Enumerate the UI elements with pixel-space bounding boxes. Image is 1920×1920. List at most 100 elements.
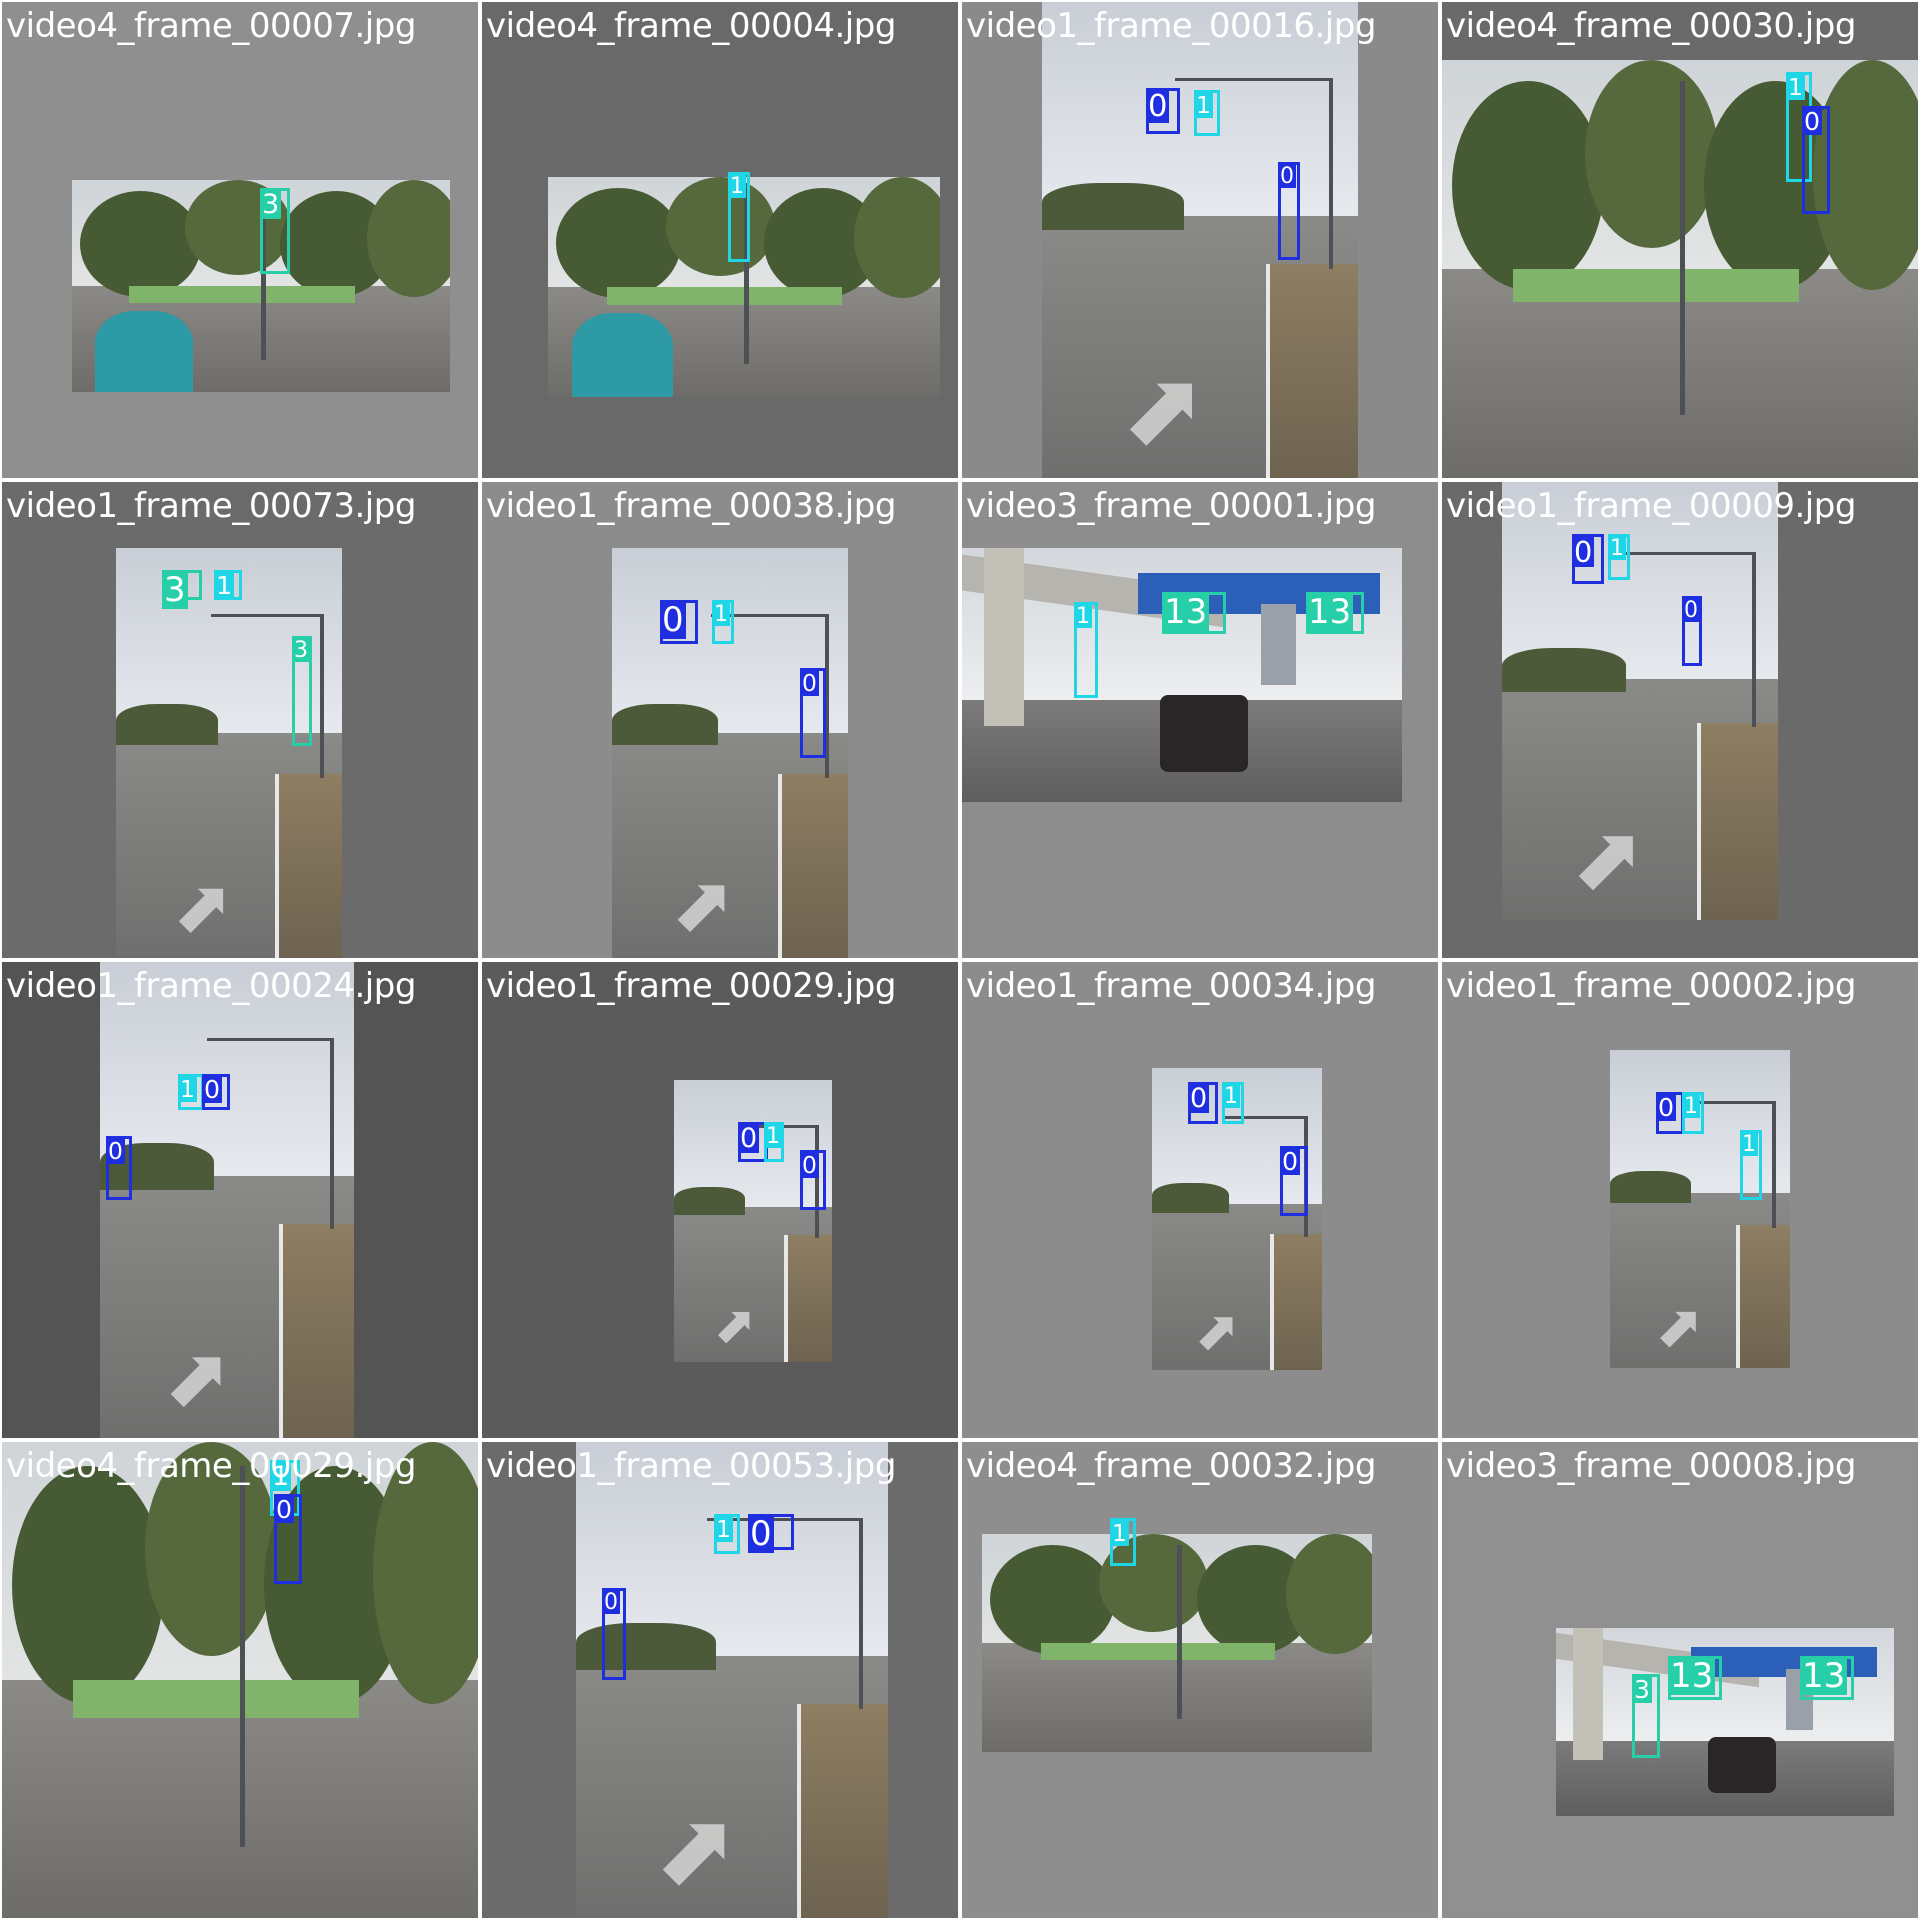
- photo-treeline: [1610, 1170, 1691, 1203]
- detection-label: 0: [660, 600, 686, 640]
- photo-road-arrow: ⬈: [1655, 1292, 1704, 1361]
- photo-treeline: [1042, 182, 1185, 231]
- tile-filename: video4_frame_00032.jpg: [966, 1446, 1376, 1486]
- scene-photo: [982, 1534, 1372, 1752]
- detection-label: 13: [1800, 1656, 1848, 1696]
- image-tile: ⬈ 0 1 0 video1_frame_00009.jpg: [1442, 482, 1918, 958]
- detection-box: 0: [1572, 534, 1604, 584]
- photo-signal-arm: [1174, 78, 1333, 82]
- photo-overpass-pillar: [1572, 1628, 1604, 1760]
- scene-photo: [1442, 60, 1918, 478]
- detection-box: 0: [1146, 88, 1180, 134]
- detection-box: 0: [1682, 596, 1702, 666]
- photo-lane-line: [1265, 263, 1270, 478]
- photo-verge: [282, 1223, 354, 1438]
- detection-box: 1: [1194, 90, 1220, 136]
- photo-lane-line: [796, 1703, 801, 1918]
- photo-tree: [1286, 1534, 1372, 1654]
- detection-label: 1: [714, 1515, 733, 1543]
- image-tile: ⬈ 0 1 0 video1_frame_00038.jpg: [482, 482, 958, 958]
- photo-tree: [1451, 80, 1604, 290]
- tile-filename: video4_frame_00029.jpg: [6, 1446, 416, 1486]
- detection-box: 0: [660, 600, 698, 644]
- photo-car: [1160, 695, 1248, 772]
- photo-lane-line: [1735, 1224, 1740, 1368]
- detection-box: 3: [1632, 1674, 1660, 1758]
- detection-box: 0: [800, 1150, 826, 1210]
- photo-building: [1261, 603, 1297, 686]
- detection-box: 3: [292, 636, 312, 746]
- detection-box: 3: [162, 570, 202, 609]
- detection-box: 13: [1800, 1656, 1854, 1700]
- photo-verge: [1274, 1234, 1322, 1370]
- photo-treeline: [1502, 648, 1627, 693]
- detection-label: 1: [728, 174, 746, 199]
- photo-treeline: [576, 1622, 717, 1671]
- detection-label: 0: [602, 1590, 620, 1615]
- detection-box: 1: [764, 1122, 784, 1162]
- detection-box: 0: [1656, 1092, 1684, 1134]
- detection-label: 0: [1572, 535, 1595, 569]
- photo-signal-pole: [1328, 78, 1333, 269]
- photo-signal-pole: [1771, 1100, 1776, 1229]
- image-tile: 1 0 video4_frame_00029.jpg: [2, 1442, 478, 1918]
- detection-box: 1: [1740, 1130, 1762, 1200]
- detection-box: 0: [800, 668, 826, 758]
- photo-tree: [665, 177, 776, 276]
- photo-treeline: [116, 703, 218, 745]
- photo-rider: [571, 313, 674, 397]
- tile-filename: video4_frame_00004.jpg: [486, 6, 896, 46]
- detection-label: 0: [274, 1495, 295, 1524]
- detection-label: 3: [162, 570, 188, 610]
- photo-road-arrow: ⬈: [1194, 1298, 1240, 1362]
- detection-box: 1: [1608, 534, 1630, 580]
- photo-road-arrow: ⬈: [172, 863, 233, 948]
- photo-treeline: [674, 1187, 746, 1216]
- photo-verge: [800, 1703, 888, 1918]
- detection-label: 0: [1278, 164, 1296, 189]
- detection-label: 13: [1306, 592, 1354, 632]
- image-tile: 1 video4_frame_00032.jpg: [962, 1442, 1438, 1918]
- detection-label: 0: [202, 1075, 223, 1104]
- tile-filename: video1_frame_00009.jpg: [1446, 486, 1856, 526]
- detection-box: 0: [1802, 106, 1830, 214]
- photo-road-arrow: ⬈: [1571, 806, 1645, 910]
- detection-label: 0: [1146, 89, 1170, 124]
- detection-label: 0: [1802, 107, 1823, 136]
- photo-treeline: [1152, 1182, 1229, 1213]
- detection-label: 1: [178, 1075, 197, 1103]
- detection-box: 1: [1222, 1082, 1244, 1124]
- photo-verge: [1269, 263, 1358, 478]
- detection-label: 1: [1222, 1084, 1240, 1109]
- detection-label: 1: [1682, 1094, 1700, 1119]
- image-tile: ⬈ 1 0 0 video1_frame_00024.jpg: [2, 962, 478, 1438]
- photo-fence: [73, 1680, 359, 1719]
- image-tile: ⬈ 1 0 0 video1_frame_00053.jpg: [482, 1442, 958, 1918]
- photo-lane-line: [783, 1235, 788, 1362]
- photo-rider: [94, 311, 193, 392]
- image-tile: 3 video4_frame_00007.jpg: [2, 2, 478, 478]
- photo-signal-pole: [859, 1518, 864, 1709]
- photo-signal-arm: [210, 613, 324, 617]
- photo-verge: [278, 773, 342, 958]
- photo-signal-pole: [1177, 1544, 1182, 1720]
- detection-box: 13: [1306, 592, 1364, 634]
- photo-verge: [781, 773, 848, 958]
- detection-label: 1: [1740, 1132, 1758, 1157]
- detection-label: 0: [1682, 598, 1700, 623]
- tile-filename: video1_frame_00002.jpg: [1446, 966, 1856, 1006]
- detection-label: 0: [748, 1514, 774, 1554]
- photo-tree: [989, 1544, 1115, 1654]
- detection-label: 0: [1656, 1093, 1677, 1122]
- tile-filename: video3_frame_00001.jpg: [966, 486, 1376, 526]
- scene-photo: ⬈: [1502, 482, 1778, 920]
- tile-filename: video4_frame_00007.jpg: [6, 6, 416, 46]
- photo-signal-pole: [1751, 552, 1756, 728]
- detection-box: 0: [748, 1514, 794, 1554]
- photo-signal-pole: [240, 1465, 245, 1847]
- tile-filename: video4_frame_00030.jpg: [1446, 6, 1856, 46]
- tile-filename: video1_frame_00053.jpg: [486, 1446, 896, 1486]
- detection-box: 1: [178, 1074, 204, 1110]
- detection-label: 1: [712, 602, 730, 627]
- image-tile: ⬈ 0 1 0 video1_frame_00029.jpg: [482, 962, 958, 1438]
